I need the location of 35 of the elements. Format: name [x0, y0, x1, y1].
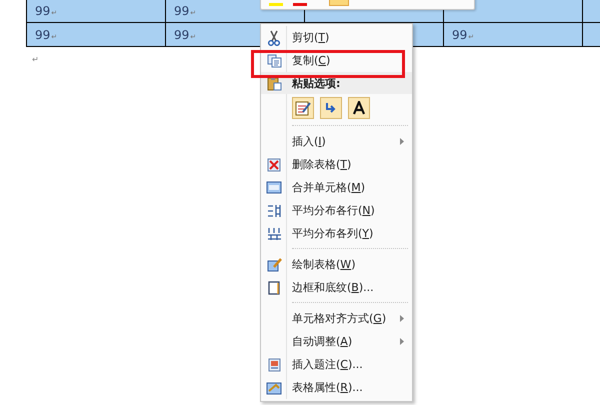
table-properties-icon — [266, 380, 282, 394]
brush-format-icon — [295, 100, 311, 116]
menu-item[interactable]: 复制(C) — [261, 49, 412, 72]
copy-icon — [266, 54, 282, 68]
merge-cells-icon — [266, 181, 282, 194]
menu-item[interactable]: 删除表格(T) — [261, 153, 412, 176]
submenu-arrow-icon — [400, 338, 404, 345]
menu-item[interactable]: 平均分布各行(N) — [261, 199, 412, 222]
menu-item[interactable]: 边框和底纹(B)... — [261, 276, 412, 299]
highlight-color-icon[interactable] — [269, 3, 283, 6]
delete-table-icon — [267, 158, 281, 172]
submenu-arrow-icon — [400, 315, 404, 322]
merge-formatting-button[interactable] — [320, 97, 342, 119]
text-only-icon — [352, 101, 366, 115]
menu-item[interactable]: 合并单元格(M) — [261, 176, 412, 199]
menu-item[interactable]: 插入(I) — [261, 130, 412, 153]
draw-table-icon — [266, 257, 282, 272]
page-border-icon — [268, 280, 280, 294]
menu-item[interactable]: 绘制表格(W) — [261, 253, 412, 276]
distribute-rows-icon — [266, 204, 282, 218]
menu-item[interactable]: 表格属性(R)... — [261, 376, 412, 399]
arrow-icon — [324, 101, 338, 115]
menu-item[interactable]: 插入题注(C)... — [261, 353, 412, 376]
text-only-button[interactable] — [348, 97, 370, 119]
clipboard-icon — [266, 76, 282, 90]
font-color-icon[interactable] — [293, 3, 307, 6]
menu-item[interactable]: 平均分布各列(Y) — [261, 222, 412, 245]
distribute-columns-icon — [266, 226, 282, 240]
keep-formatting-button[interactable] — [292, 97, 314, 119]
menu-item[interactable]: 自动调整(A) — [261, 330, 412, 353]
scissors-icon — [268, 30, 280, 46]
paragraph-mark: ↵ — [32, 55, 39, 64]
submenu-arrow-icon — [400, 138, 404, 145]
caption-icon — [268, 358, 280, 372]
menu-item[interactable]: 单元格对齐方式(G) — [261, 307, 412, 330]
